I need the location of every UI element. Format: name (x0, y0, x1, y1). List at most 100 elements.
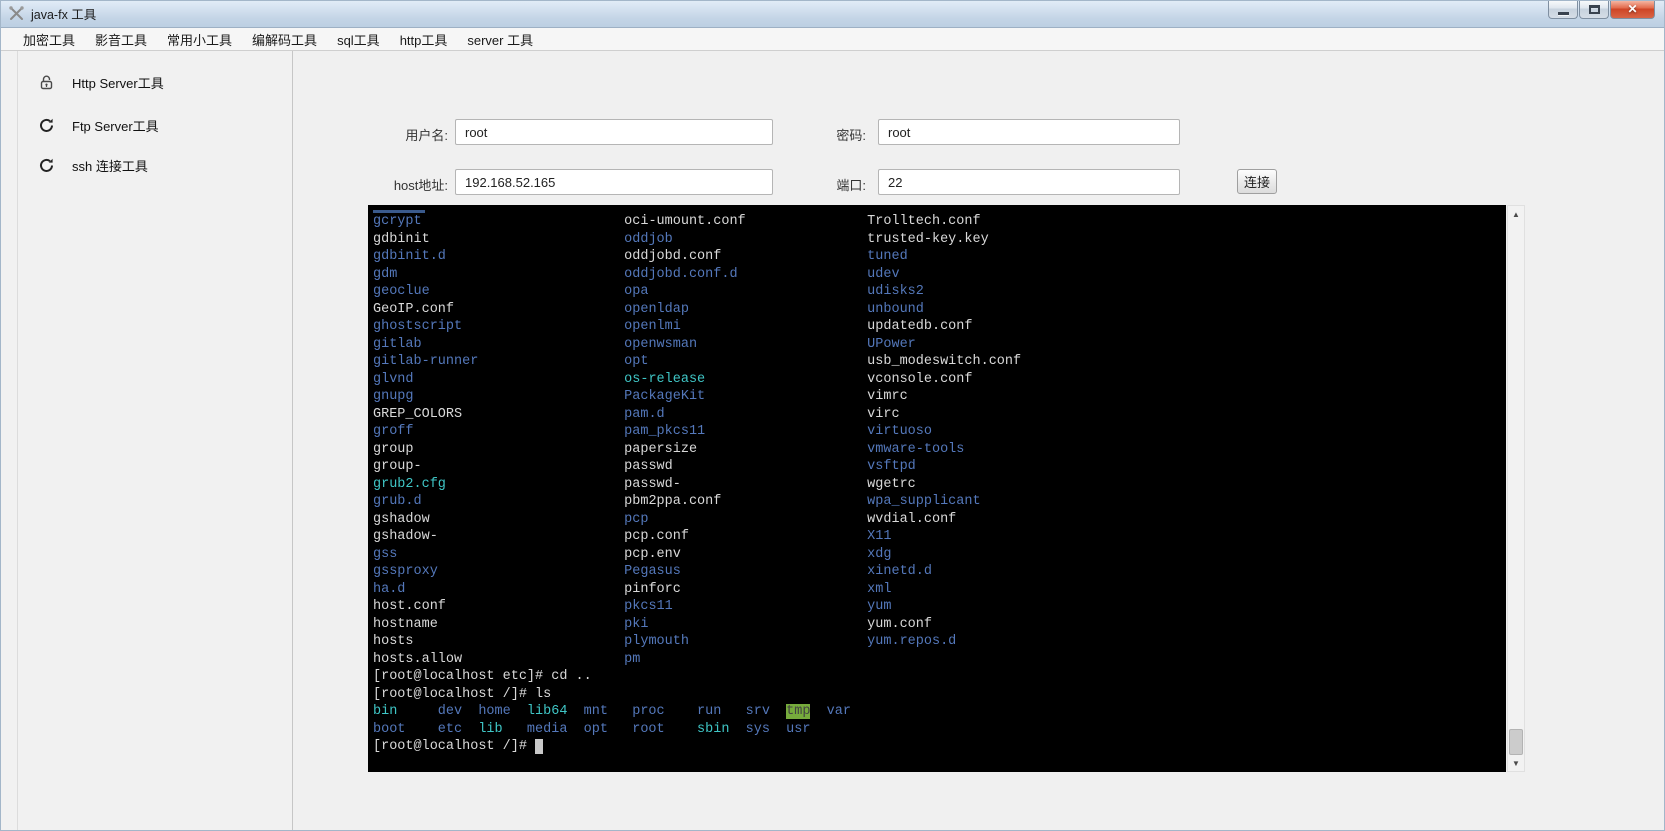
terminal-text: gitlab (373, 337, 422, 352)
terminal-text: gssproxy (373, 564, 438, 579)
terminal-text: pcp.env (624, 547, 681, 562)
host-input[interactable] (455, 169, 773, 195)
terminal-text: yum (867, 599, 891, 614)
terminal-text: pinforc (624, 582, 681, 597)
sidebar-item-ftp-server[interactable]: Ftp Server工具 (38, 113, 292, 137)
terminal-text: [root@localhost /]# (373, 739, 535, 754)
terminal-text: oddjob (624, 232, 673, 247)
terminal-text: oddjobd.conf.d (624, 267, 737, 282)
terminal-content: gcryptoci-umount.confTrolltech.confgdbin… (373, 214, 1506, 757)
menu-item-server-tools[interactable]: server 工具 (457, 27, 543, 52)
terminal-text: xinetd.d (867, 564, 932, 579)
terminal-text: virtuoso (867, 424, 932, 439)
terminal-text: UPower (867, 337, 916, 352)
terminal-text: plymouth (624, 634, 689, 649)
terminal-text: wvdial.conf (867, 512, 956, 527)
terminal-text: pcp (624, 512, 648, 527)
terminal-text: udisks2 (867, 284, 924, 299)
menu-item-media-tools[interactable]: 影音工具 (85, 27, 157, 52)
port-label: 端口: (790, 175, 866, 194)
terminal-line: gss pcp.env xdg (373, 547, 1506, 565)
menu-item-sql-tools[interactable]: sql工具 (327, 27, 390, 52)
terminal-text: os-release (624, 372, 705, 387)
app-tools-icon (8, 5, 25, 22)
terminal-line: grub.dpbm2ppa.confwpa_supplicant (373, 494, 1506, 512)
terminal-line: gitlab-runner opt usb_modeswitch.conf (373, 354, 1506, 372)
menu-item-http-tools[interactable]: http工具 (390, 27, 458, 52)
terminal-text: pbm2ppa.conf (624, 494, 721, 509)
terminal-text: gss (373, 547, 397, 562)
sidebar-inner-border (17, 51, 18, 831)
sync-icon (38, 117, 55, 134)
scroll-down-button[interactable]: ▼ (1508, 755, 1524, 771)
terminal-text: lib64 (527, 704, 568, 719)
terminal-text: Pegasus (624, 564, 681, 579)
terminal-text: passwd- (624, 477, 681, 492)
terminal-text: gdbinit.d (373, 249, 446, 264)
sidebar-item-http-server[interactable]: Http Server工具 (38, 70, 292, 94)
terminal-text: wpa_supplicant (867, 494, 980, 509)
terminal-text: group (373, 442, 414, 457)
lock-icon (38, 74, 55, 91)
username-input[interactable] (455, 119, 773, 145)
terminal-text: pam.d (624, 407, 665, 422)
terminal-text: pkcs11 (624, 599, 673, 614)
terminal-line: [root@localhost /]# (373, 739, 1506, 757)
terminal-text: group- (373, 459, 422, 474)
terminal[interactable]: gcryptoci-umount.confTrolltech.confgdbin… (368, 205, 1506, 772)
scroll-thumb[interactable] (1509, 729, 1523, 755)
port-input[interactable] (878, 169, 1180, 195)
terminal-line: ghostscriptopenlmiupdatedb.conf (373, 319, 1506, 337)
terminal-line: gcryptoci-umount.confTrolltech.conf (373, 214, 1506, 232)
terminal-text: gitlab-runner (373, 354, 478, 369)
minimize-button[interactable] (1548, 0, 1578, 19)
maximize-button[interactable] (1579, 0, 1609, 19)
menu-item-encrypt-tools[interactable]: 加密工具 (13, 27, 85, 52)
terminal-text: xml (867, 582, 891, 597)
terminal-line: hostnamepkiyum.conf (373, 617, 1506, 635)
terminal-line: GREP_COLORSpam.dvirc (373, 407, 1506, 425)
terminal-text: xdg (867, 547, 891, 562)
terminal-text: host.conf (373, 599, 446, 614)
terminal-text: groff (373, 424, 414, 439)
terminal-scrollbar[interactable]: ▲ ▼ (1507, 205, 1525, 772)
terminal-text: pm (624, 652, 640, 667)
terminal-text: opt (624, 354, 648, 369)
terminal-text: gnupg (373, 389, 414, 404)
terminal-line: gdbinit oddjob trusted-key.key (373, 232, 1506, 250)
terminal-text: gdbinit (373, 232, 430, 247)
terminal-line: hosts.allowpm (373, 652, 1506, 670)
terminal-text: papersize (624, 442, 697, 457)
sidebar-divider (292, 51, 293, 831)
terminal-text: geoclue (373, 284, 430, 299)
terminal-line: gshadow-pcp.confX11 (373, 529, 1506, 547)
terminal-text: trusted-key.key (867, 232, 989, 247)
terminal-text: yum.conf (867, 617, 932, 632)
terminal-line: bootetclibmediaoptrootsbinsysusr (373, 722, 1506, 740)
sidebar-item-ssh-connect[interactable]: ssh 连接工具 (38, 153, 292, 177)
terminal-line: gdmoddjobd.conf.dudev (373, 267, 1506, 285)
scroll-up-button[interactable]: ▲ (1508, 206, 1524, 222)
menu-item-codec-tools[interactable]: 编解码工具 (242, 27, 327, 52)
connect-button[interactable]: 连接 (1237, 169, 1277, 194)
menu-item-common-tools[interactable]: 常用小工具 (157, 27, 242, 52)
terminal-line: gdbinit.d oddjobd.conf tuned (373, 249, 1506, 267)
terminal-text: opt (584, 722, 608, 737)
terminal-text: hosts (373, 634, 414, 649)
terminal-text: ha.d (373, 582, 405, 597)
terminal-text: usb_modeswitch.conf (867, 354, 1021, 369)
terminal-text: gdm (373, 267, 397, 282)
host-label: host地址: (358, 175, 448, 194)
terminal-text: vimrc (867, 389, 908, 404)
terminal-text: dev (438, 704, 462, 719)
terminal-text: oci-umount.conf (624, 214, 746, 229)
close-button[interactable]: ✕ (1610, 0, 1655, 19)
terminal-line: host.conf pkcs11 yum (373, 599, 1506, 617)
password-input[interactable] (878, 119, 1180, 145)
terminal-text: tuned (867, 249, 908, 264)
terminal-line: grub2.cfgpasswd-wgetrc (373, 477, 1506, 495)
terminal-text: grub2.cfg (373, 477, 446, 492)
titlebar: java-fx 工具 ✕ (0, 0, 1665, 28)
terminal-text: home (478, 704, 510, 719)
terminal-text: oddjobd.conf (624, 249, 721, 264)
